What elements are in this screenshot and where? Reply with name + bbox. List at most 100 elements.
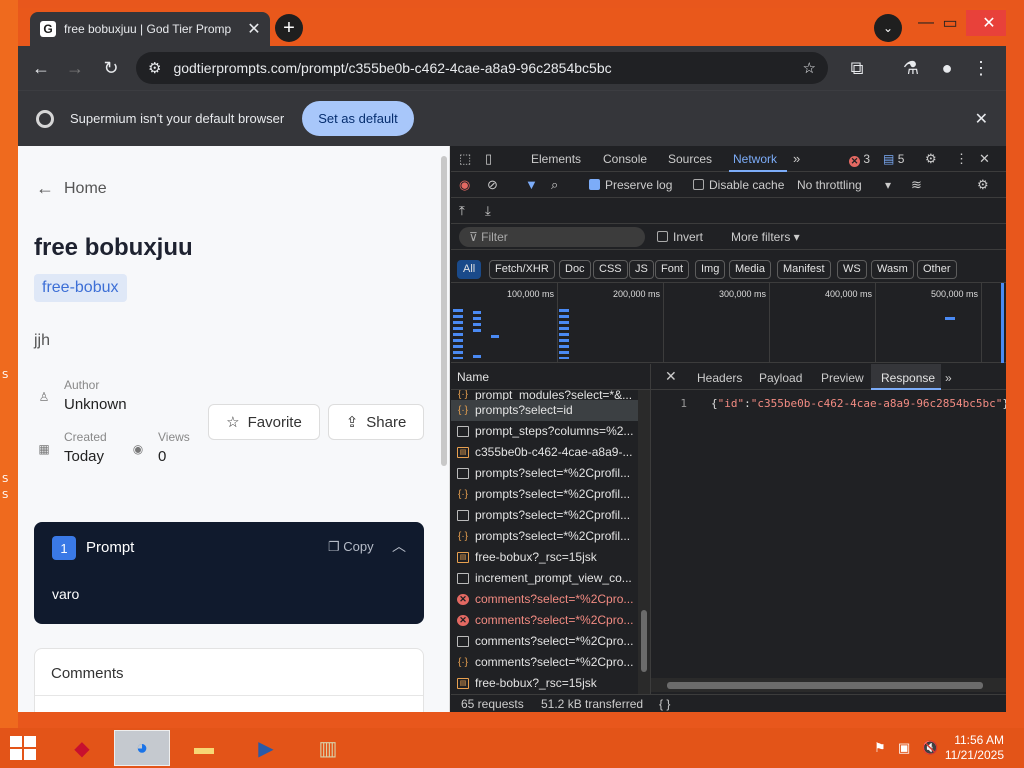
device-toolbar-icon[interactable]: ▯ — [485, 151, 492, 167]
request-row[interactable]: {·} comments?select=*%2Cpro... — [451, 652, 639, 673]
request-row[interactable]: prompts?select=*%2Cprofil... — [451, 505, 639, 526]
tab-search-button[interactable]: ⌄ — [874, 14, 902, 42]
type-filter-js[interactable]: JS — [629, 260, 654, 279]
close-devtools-icon[interactable]: ✕ — [979, 151, 990, 167]
devtools-menu-icon[interactable]: ⋮ — [955, 151, 968, 167]
taskbar-browser-icon[interactable]: ◕ — [114, 730, 170, 766]
filter-input[interactable]: ⊽ Filter — [459, 227, 645, 247]
request-list-scrollbar[interactable] — [638, 390, 650, 694]
export-download-icon[interactable]: ⤓ — [485, 203, 491, 219]
start-windows-icon[interactable] — [10, 736, 38, 760]
clear-icon[interactable]: ⊘ — [487, 177, 498, 193]
browser-tab[interactable]: G free bobuxjuu | God Tier Promp ✕ — [30, 12, 270, 46]
favorite-button[interactable]: ☆ Favorite — [208, 404, 320, 440]
search-icon[interactable]: ⌕ — [551, 177, 558, 193]
tab-close-icon[interactable]: ✕ — [246, 19, 262, 39]
url-text[interactable]: godtierprompts.com/prompt/c355be0b-c462-… — [173, 60, 802, 76]
back-home-link[interactable]: ← Home — [36, 178, 107, 199]
invert-checkbox[interactable]: Invert — [657, 230, 703, 244]
tab-console[interactable]: Console — [603, 152, 647, 166]
disable-cache-checkbox[interactable]: Disable cache — [693, 178, 784, 192]
labs-flask-icon[interactable]: ⚗ — [898, 56, 924, 80]
request-row[interactable]: {·} prompts?select=*%2Cprofil... — [451, 526, 639, 547]
forward-arrow-icon[interactable]: → — [62, 56, 88, 80]
infobar-close-icon[interactable]: ✕ — [975, 109, 988, 129]
close-window-button[interactable]: ✕ — [966, 10, 1006, 36]
request-row[interactable]: increment_prompt_view_co... — [451, 568, 639, 589]
tab-network[interactable]: Network — [733, 152, 777, 166]
request-row[interactable]: ▤ c355be0b-c462-4cae-a8a9-... — [451, 442, 639, 463]
copy-button[interactable]: ❐ Copy — [328, 539, 374, 555]
more-detail-tabs-icon[interactable]: » — [945, 371, 952, 385]
volume-muted-icon[interactable]: 🔇 — [922, 740, 938, 756]
inspect-element-icon[interactable]: ⬚ — [459, 151, 471, 167]
preserve-log-checkbox[interactable]: Preserve log — [589, 178, 672, 192]
category-tag[interactable]: free-bobux — [34, 274, 127, 302]
request-row[interactable]: prompt_steps?columns=%2... — [451, 421, 639, 442]
request-row[interactable]: {·} prompts?select=id — [451, 400, 639, 421]
filter-funnel-icon[interactable]: ▼ — [525, 177, 538, 192]
more-filters-dropdown[interactable]: More filters ▾ — [731, 230, 800, 244]
request-row[interactable]: {·} prompt_modules?select=*&... — [451, 390, 639, 400]
scrollbar-thumb[interactable] — [641, 610, 647, 672]
pretty-print-icon[interactable]: { } — [659, 697, 670, 711]
error-count-badge[interactable]: ✕ 3 — [849, 152, 870, 167]
network-timeline-overview[interactable]: 100,000 ms 200,000 ms 300,000 ms 400,000… — [451, 283, 1006, 363]
type-filter-css[interactable]: CSS — [593, 260, 628, 279]
type-filter-doc[interactable]: Doc — [559, 260, 591, 279]
request-row[interactable]: {·} prompts?select=*%2Cprofil... — [451, 484, 639, 505]
new-tab-button[interactable]: + — [275, 14, 303, 42]
type-filter-media[interactable]: Media — [729, 260, 771, 279]
message-count-badge[interactable]: ▤ 5 — [883, 152, 904, 166]
request-row[interactable]: comments?select=*%2Cpro... — [451, 631, 639, 652]
bookmark-star-icon[interactable]: ☆ — [803, 59, 816, 77]
extensions-puzzle-icon[interactable]: ⧉ — [844, 56, 870, 80]
type-filter-manifest[interactable]: Manifest — [777, 260, 831, 279]
type-filter-img[interactable]: Img — [695, 260, 726, 279]
request-row[interactable]: ▤ free-bobux?_rsc=15jsk — [451, 673, 639, 694]
reload-icon[interactable]: ↻ — [98, 56, 124, 80]
maximize-button[interactable]: ▭ — [932, 10, 968, 36]
collapse-chevron-icon[interactable]: ︿ — [392, 536, 406, 556]
taskbar-app-red-icon[interactable]: ◆ — [54, 730, 110, 766]
type-filter-fetch[interactable]: Fetch/XHR — [489, 260, 555, 279]
taskbar-archive-icon[interactable]: ▥ — [300, 730, 356, 766]
address-bar[interactable]: ⚙ godtierprompts.com/prompt/c355be0b-c46… — [136, 52, 828, 84]
throttling-select[interactable]: No throttling ▾ — [797, 178, 891, 192]
type-filter-font[interactable]: Font — [655, 260, 690, 279]
request-row[interactable]: ✕ comments?select=*%2Cpro... — [451, 610, 639, 631]
action-center-flag-icon[interactable]: ⚑ — [874, 740, 886, 756]
type-filter-all[interactable]: All — [457, 260, 482, 279]
close-detail-icon[interactable]: ✕ — [665, 368, 677, 385]
more-tabs-icon[interactable]: » — [793, 151, 800, 166]
profile-avatar-icon[interactable]: ● — [934, 56, 960, 80]
type-filter-wasm[interactable]: Wasm — [871, 260, 914, 279]
tab-sources[interactable]: Sources — [668, 152, 712, 166]
record-stop-icon[interactable]: ◉ — [459, 177, 470, 193]
request-row[interactable]: prompts?select=*%2Cprofil... — [451, 463, 639, 484]
taskbar-powershell-icon[interactable]: ▶ — [238, 730, 294, 766]
settings-gear-icon[interactable]: ⚙ — [925, 151, 937, 167]
import-upload-icon[interactable]: ⤒ — [459, 203, 465, 219]
request-row[interactable]: ✕ comments?select=*%2Cpro... — [451, 589, 639, 610]
tab-elements[interactable]: Elements — [531, 152, 581, 166]
network-conditions-wifi-icon[interactable]: ≋ — [911, 177, 922, 193]
page-scrollbar[interactable] — [441, 156, 447, 466]
tab-response[interactable]: Response — [881, 371, 935, 385]
system-clock[interactable]: 11:56 AM 11/21/2025 — [945, 733, 1004, 763]
tab-preview[interactable]: Preview — [821, 371, 864, 385]
network-icon[interactable]: ▣ — [898, 740, 910, 756]
tab-payload[interactable]: Payload — [759, 371, 802, 385]
set-as-default-button[interactable]: Set as default — [302, 101, 414, 136]
scrollbar-thumb[interactable] — [667, 682, 983, 689]
type-filter-ws[interactable]: WS — [837, 260, 867, 279]
site-settings-icon[interactable]: ⚙ — [148, 59, 161, 77]
response-horizontal-scrollbar[interactable] — [651, 678, 1006, 692]
taskbar-file-explorer-icon[interactable]: ▬ — [176, 730, 232, 766]
menu-kebab-icon[interactable]: ⋮ — [968, 56, 994, 80]
network-settings-gear-icon[interactable]: ⚙ — [977, 177, 989, 193]
share-button[interactable]: ⇪ Share — [328, 404, 424, 440]
back-arrow-icon[interactable]: ← — [28, 56, 54, 80]
type-filter-other[interactable]: Other — [917, 260, 957, 279]
request-row[interactable]: ▤ free-bobux?_rsc=15jsk — [451, 547, 639, 568]
